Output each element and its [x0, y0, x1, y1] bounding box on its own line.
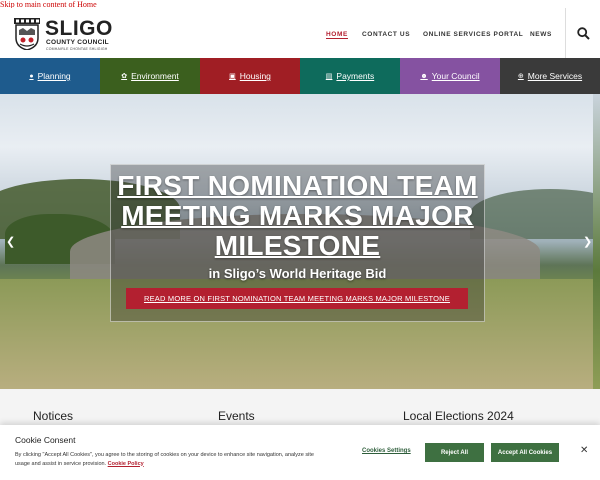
section-notices-title: Notices	[33, 409, 74, 423]
cookies-settings-button[interactable]: Cookies Settings	[362, 448, 411, 454]
section-local-elections-title: Local Elections 2024	[403, 409, 514, 423]
tile-housing-label: Housing	[239, 71, 271, 81]
tile-planning[interactable]: ● Planning	[0, 58, 100, 94]
tile-housing[interactable]: ▣ Housing	[200, 58, 300, 94]
tile-more-services[interactable]: ⊕ More Services	[500, 58, 600, 94]
crest-logo-icon[interactable]	[14, 18, 40, 51]
cookie-consent-banner: Cookie Consent By clicking "Accept All C…	[0, 425, 600, 480]
tile-environment-label: Environment	[131, 71, 179, 81]
close-icon[interactable]: ✕	[580, 445, 588, 456]
people-icon: ☻	[420, 72, 428, 80]
logo-irish-name: COMHAIRLE CHONTAE SHLIGIGH	[46, 47, 108, 51]
hero-read-more-button[interactable]: READ MORE ON FIRST NOMINATION TEAM MEETI…	[126, 288, 468, 309]
carousel-next-icon[interactable]: ❯	[583, 235, 592, 248]
section-events-title: Events	[218, 409, 255, 423]
cookie-title: Cookie Consent	[15, 435, 76, 445]
pin-icon: ●	[29, 72, 34, 80]
building-icon: ▣	[229, 73, 236, 80]
tile-planning-label: Planning	[37, 71, 71, 81]
tile-environment[interactable]: ✿ Environment	[100, 58, 200, 94]
cookie-description: By clicking "Accept All Cookies", you ag…	[15, 452, 314, 467]
hero-carousel: ❮ ❯ FIRST NOMINATION TEAM MEETING MARKS …	[0, 94, 600, 389]
carousel-prev-icon[interactable]: ❮	[6, 235, 15, 248]
hero-subline: in Sligo’s World Heritage Bid	[208, 266, 387, 281]
nav-home[interactable]: HOME	[326, 31, 348, 39]
cookie-policy-link[interactable]: Cookie Policy	[108, 461, 144, 467]
search-icon[interactable]	[577, 27, 590, 45]
card-icon: ▤	[325, 73, 333, 80]
hero-headline[interactable]: FIRST NOMINATION TEAM MEETING MARKS MAJO…	[111, 171, 484, 261]
header-divider	[565, 8, 566, 58]
reject-all-button[interactable]: Reject All	[425, 443, 484, 462]
tile-more-services-label: More Services	[527, 71, 583, 81]
service-tiles: ● Planning ✿ Environment ▣ Housing ▤ Payment…	[0, 58, 600, 94]
nav-news[interactable]: NEWS	[530, 31, 552, 38]
accept-all-cookies-button[interactable]: Accept All Cookies	[491, 443, 559, 462]
logo-title: SLIGO	[45, 17, 113, 40]
nav-online-services-portal[interactable]: ONLINE SERVICES PORTAL	[423, 31, 523, 38]
site-header: SLIGO COUNTY COUNCIL COMHAIRLE CHONTAE S…	[0, 8, 600, 58]
cookie-text: By clicking "Accept All Cookies", you ag…	[15, 451, 315, 468]
hero-caption-box: FIRST NOMINATION TEAM MEETING MARKS MAJO…	[110, 164, 485, 322]
leaf-icon: ✿	[121, 73, 128, 80]
logo-subtitle: COUNTY COUNCIL	[46, 39, 109, 46]
plus-circle-icon: ⊕	[517, 73, 524, 80]
tile-your-council-label: Your Council	[431, 71, 480, 81]
next-slide-peek	[593, 94, 600, 389]
tile-your-council[interactable]: ☻ Your Council	[400, 58, 500, 94]
nav-contact-us[interactable]: CONTACT US	[362, 31, 410, 38]
tile-payments[interactable]: ▤ Payments	[300, 58, 400, 94]
tile-payments-label: Payments	[336, 71, 375, 81]
